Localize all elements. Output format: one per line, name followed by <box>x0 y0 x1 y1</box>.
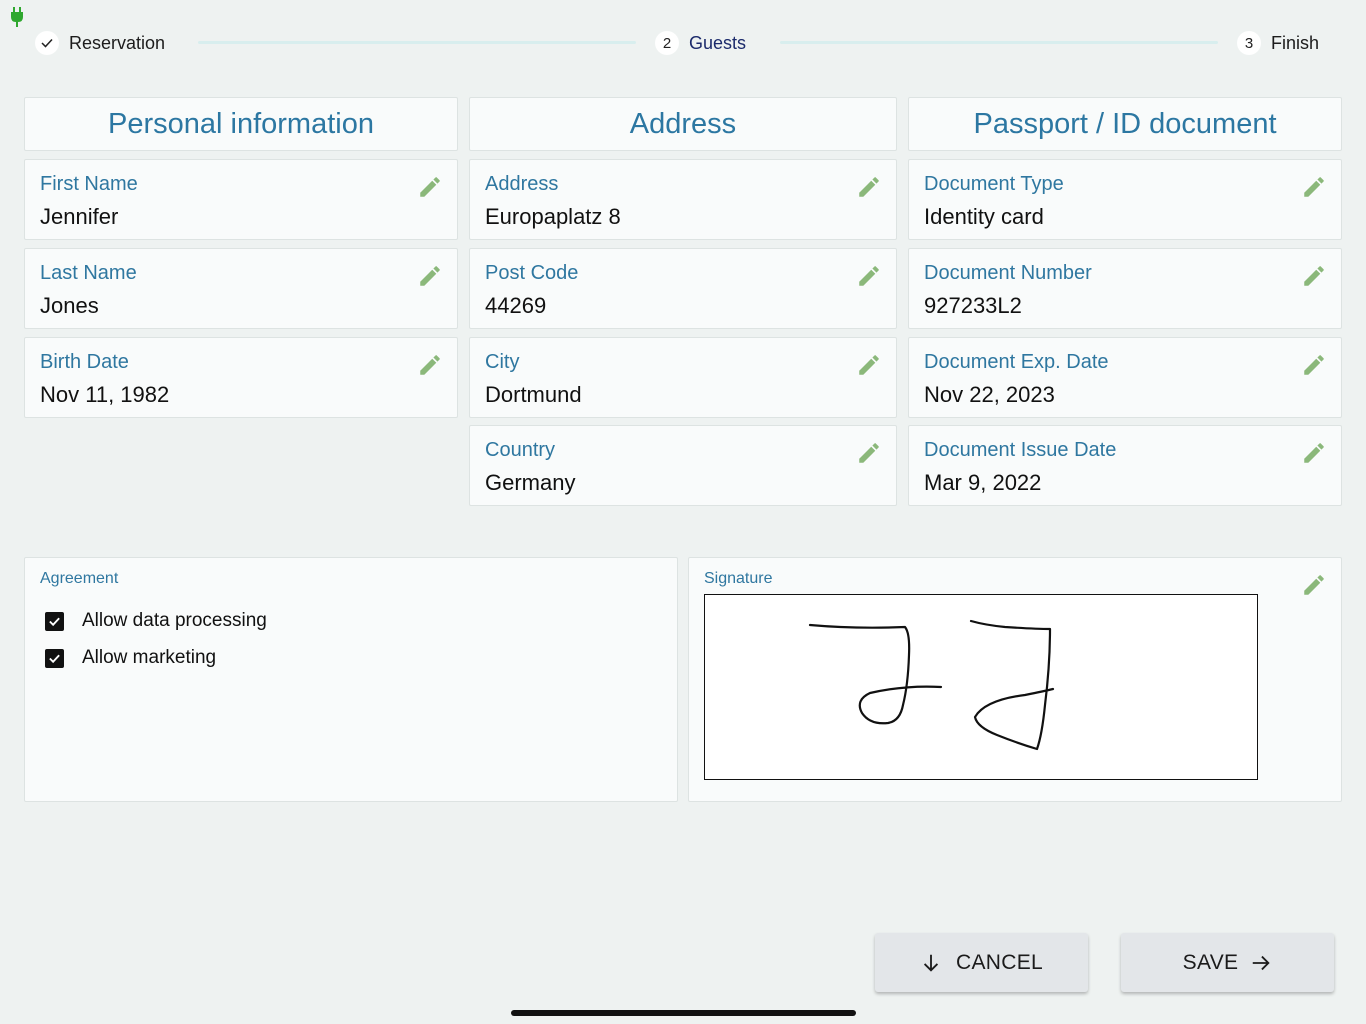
agreement-card: Agreement Allow data processing Allow ma… <box>24 557 678 802</box>
section-title: Personal information <box>108 107 374 140</box>
check-icon[interactable] <box>45 611 64 631</box>
arrow-down-icon <box>923 954 939 972</box>
field-value: Identity card <box>924 204 1044 229</box>
step-number-guests: 2 <box>655 31 679 55</box>
field-value: Germany <box>485 470 576 495</box>
address-field[interactable]: Address Europaplatz 8 <box>469 159 897 240</box>
last-name-field[interactable]: Last Name Jones <box>24 248 458 329</box>
home-indicator <box>511 1010 856 1016</box>
field-label: Document Number <box>924 262 1092 284</box>
step-reservation[interactable]: Reservation <box>35 26 165 60</box>
document-issue-date-field[interactable]: Document Issue Date Mar 9, 2022 <box>908 425 1342 506</box>
pencil-icon[interactable] <box>1301 572 1327 598</box>
field-label: Address <box>485 173 559 195</box>
country-field[interactable]: Country Germany <box>469 425 897 506</box>
field-label: City <box>485 351 520 373</box>
field-label: Country <box>485 439 556 461</box>
signature-label: Signature <box>704 570 773 587</box>
birth-date-field[interactable]: Birth Date Nov 11, 1982 <box>24 337 458 418</box>
field-label: Birth Date <box>40 351 129 373</box>
checkbox-label: Allow marketing <box>82 647 217 668</box>
pencil-icon[interactable] <box>856 440 882 466</box>
section-title: Address <box>629 107 737 140</box>
document-number-field[interactable]: Document Number 927233L2 <box>908 248 1342 329</box>
address-header: Address <box>469 97 897 151</box>
pencil-icon[interactable] <box>417 352 443 378</box>
field-value: Nov 22, 2023 <box>924 382 1055 407</box>
pencil-icon[interactable] <box>1301 440 1327 466</box>
post-code-field[interactable]: Post Code 44269 <box>469 248 897 329</box>
step-connector <box>780 41 1218 44</box>
signature-card: Signature <box>688 557 1342 802</box>
checkbox-label: Allow data processing <box>82 610 267 631</box>
pencil-icon[interactable] <box>417 174 443 200</box>
save-button[interactable]: SAVE <box>1121 933 1334 992</box>
city-field[interactable]: City Dortmund <box>469 337 897 418</box>
field-label: Post Code <box>485 262 579 284</box>
field-value: Mar 9, 2022 <box>924 470 1042 495</box>
step-label-guests: Guests <box>689 32 747 53</box>
field-label: Document Exp. Date <box>924 351 1109 373</box>
allow-data-processing-checkbox[interactable]: Allow data processing <box>45 610 267 632</box>
step-finish[interactable]: 3 Finish <box>1237 26 1319 60</box>
pencil-icon[interactable] <box>1301 352 1327 378</box>
field-value: Jones <box>40 293 99 318</box>
allow-marketing-checkbox[interactable]: Allow marketing <box>45 647 216 669</box>
first-name-field[interactable]: First Name Jennifer <box>24 159 458 240</box>
step-label-reservation: Reservation <box>69 32 166 53</box>
document-exp-date-field[interactable]: Document Exp. Date Nov 22, 2023 <box>908 337 1342 418</box>
field-label: Document Issue Date <box>924 439 1117 461</box>
cancel-button-label: CANCEL <box>956 950 1043 974</box>
field-value: Dortmund <box>485 382 582 407</box>
pencil-icon[interactable] <box>856 352 882 378</box>
section-title: Passport / ID document <box>973 107 1277 140</box>
signature-drawing <box>808 619 1055 751</box>
agreement-label: Agreement <box>40 570 119 587</box>
plug-icon <box>11 7 23 27</box>
field-value: 927233L2 <box>924 293 1022 318</box>
step-connector <box>198 41 636 44</box>
signature-pad[interactable] <box>704 594 1258 780</box>
field-value: Europaplatz 8 <box>485 204 621 229</box>
field-value: 44269 <box>485 293 547 318</box>
step-label-finish: Finish <box>1271 32 1320 53</box>
save-button-label: SAVE <box>1182 950 1239 974</box>
document-type-field[interactable]: Document Type Identity card <box>908 159 1342 240</box>
step-number-finish: 3 <box>1237 31 1261 55</box>
arrow-right-icon <box>1253 955 1270 970</box>
field-label: Document Type <box>924 173 1064 195</box>
personal-info-header: Personal information <box>24 97 458 151</box>
pencil-icon[interactable] <box>1301 263 1327 289</box>
passport-header: Passport / ID document <box>908 97 1342 151</box>
field-value: Nov 11, 1982 <box>40 382 170 407</box>
pencil-icon[interactable] <box>856 174 882 200</box>
field-label: Last Name <box>40 262 137 284</box>
pencil-icon[interactable] <box>856 263 882 289</box>
pencil-icon[interactable] <box>417 263 443 289</box>
check-icon[interactable] <box>45 648 64 668</box>
cancel-button[interactable]: CANCEL <box>875 933 1088 992</box>
field-label: First Name <box>40 173 138 195</box>
field-value: Jennifer <box>40 204 119 229</box>
step-guests[interactable]: 2 Guests <box>655 26 746 60</box>
stepper: Reservation 2 Guests 3 Finish <box>0 26 1366 60</box>
pencil-icon[interactable] <box>1301 174 1327 200</box>
check-icon <box>35 31 59 55</box>
